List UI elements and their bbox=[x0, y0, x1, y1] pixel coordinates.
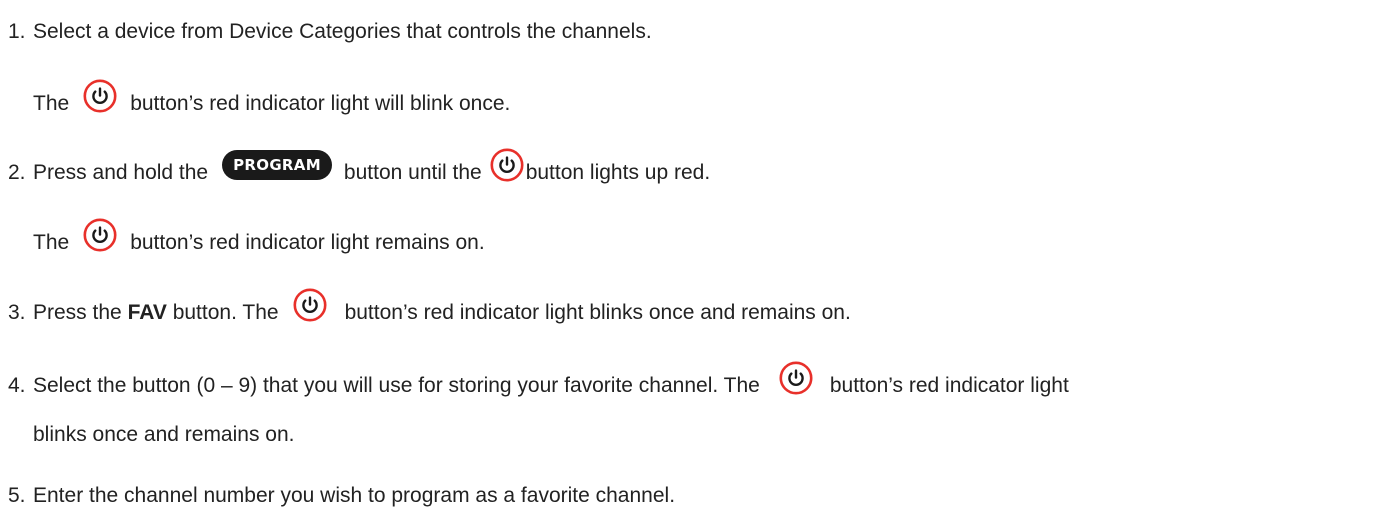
step-2: 2. Press and hold the PROGRAM button unt… bbox=[8, 156, 710, 190]
step-text-a: Select the button (0 – 9) that you will … bbox=[33, 374, 760, 397]
step-1: 1. Select a device from Device Categorie… bbox=[8, 15, 652, 49]
step-5: 5. Enter the channel number you wish to … bbox=[8, 479, 675, 513]
step-number: 2. bbox=[8, 161, 26, 184]
step-text-a: Press the bbox=[33, 301, 122, 324]
step-3: 3. Press the FAV button. The button’s re… bbox=[8, 296, 851, 330]
power-icon bbox=[83, 79, 117, 113]
note-suffix: button’s red indicator light will blink … bbox=[130, 92, 511, 115]
step-text-c: button lights up red. bbox=[525, 161, 711, 184]
fav-label: FAV bbox=[127, 301, 167, 324]
step-number: 4. bbox=[8, 374, 26, 397]
step-number: 1. bbox=[8, 20, 26, 43]
note-prefix: The bbox=[33, 92, 70, 115]
power-icon bbox=[83, 218, 117, 252]
step-number: 3. bbox=[8, 301, 26, 324]
step-text-b: button’s red indicator light bbox=[829, 374, 1069, 397]
step-text: Enter the channel number you wish to pro… bbox=[33, 484, 676, 507]
note-suffix: button’s red indicator light remains on. bbox=[130, 231, 485, 254]
step-text-a: Press and hold the bbox=[33, 161, 209, 184]
power-icon bbox=[490, 148, 524, 182]
step-text-c: blinks once and remains on. bbox=[33, 423, 295, 446]
power-icon bbox=[779, 361, 813, 395]
step-4-continued: blinks once and remains on. bbox=[33, 418, 295, 452]
step-text: Select a device from Device Categories t… bbox=[33, 20, 652, 43]
step-text-b: button until the bbox=[343, 161, 482, 184]
program-button-badge: PROGRAM bbox=[222, 150, 332, 180]
step-4: 4. Select the button (0 – 9) that you wi… bbox=[8, 369, 1069, 403]
step-1-note: The button’s red indicator light will bl… bbox=[33, 87, 510, 121]
note-prefix: The bbox=[33, 231, 70, 254]
step-text-b: button. The bbox=[172, 301, 279, 324]
step-number: 5. bbox=[8, 484, 26, 507]
power-icon bbox=[293, 288, 327, 322]
step-text-c: button’s red indicator light blinks once… bbox=[344, 301, 851, 324]
step-2-note: The button’s red indicator light remains… bbox=[33, 226, 485, 260]
